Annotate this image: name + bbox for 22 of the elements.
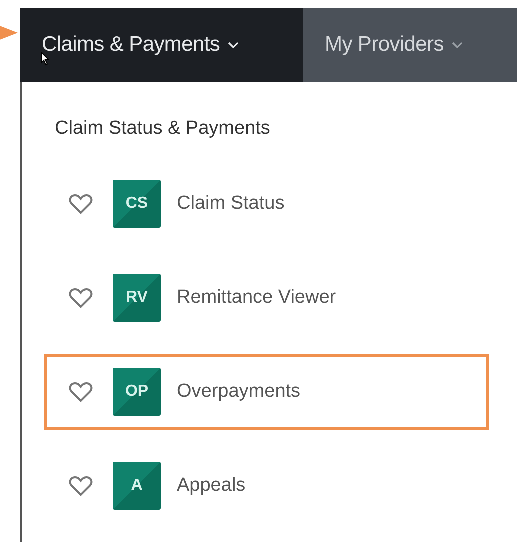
nav-tab[interactable]: My Providers: [303, 8, 489, 82]
app-badge: CS: [113, 180, 161, 228]
section-heading: Claim Status & Payments: [54, 117, 272, 141]
nav-tab[interactable]: Claims & Payments: [20, 8, 303, 82]
app-badge: RV: [113, 274, 161, 322]
caret-icon: [452, 42, 463, 48]
menu-item-label: Overpayments: [177, 381, 301, 403]
menu-item[interactable]: CS Claim Status: [44, 166, 489, 242]
menu-item-label: Claim Status: [177, 193, 285, 215]
menu-item[interactable]: A Appeals: [44, 448, 489, 524]
heart-icon[interactable]: [69, 193, 93, 215]
heart-icon[interactable]: [69, 475, 93, 497]
heart-icon[interactable]: [69, 381, 93, 403]
menu-item-label: Remittance Viewer: [177, 287, 336, 309]
app-badge: OP: [113, 368, 161, 416]
mouse-cursor-icon: [41, 52, 50, 66]
menu-item[interactable]: RV Remittance Viewer: [44, 260, 489, 336]
menu-item[interactable]: OP Overpayments: [44, 354, 489, 430]
menu-item-label: Appeals: [177, 475, 246, 497]
caret-icon: [228, 42, 240, 48]
app-badge: A: [113, 462, 161, 510]
heart-icon[interactable]: [69, 287, 93, 309]
